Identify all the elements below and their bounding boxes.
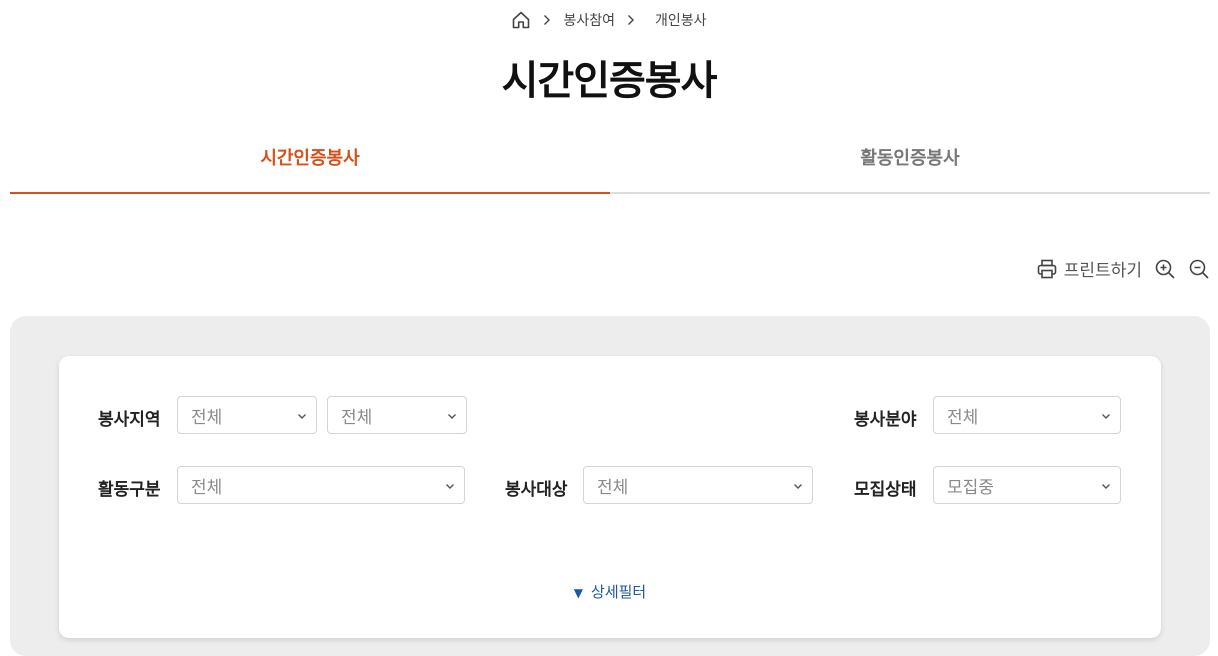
zoom-in-icon[interactable] (1154, 258, 1176, 280)
region-label: 봉사지역 (98, 410, 161, 430)
detail-filter-label: 상세필터 (591, 583, 647, 601)
chevron-down-icon (448, 414, 456, 419)
chevron-down-icon (794, 484, 802, 489)
triangle-down-icon: ▼ (573, 586, 584, 600)
target-label: 봉사대상 (505, 480, 568, 500)
breadcrumb-item-individual[interactable]: 개인봉사 (655, 10, 707, 30)
activity-type-select[interactable]: 전체 (177, 466, 465, 504)
field-value: 전체 (947, 407, 979, 428)
zoom-out-icon[interactable] (1188, 258, 1210, 280)
chevron-down-icon (446, 484, 454, 489)
print-label: 프린트하기 (1063, 261, 1142, 281)
tab-activity-certified[interactable]: 활동인증봉사 (610, 128, 1210, 194)
chevron-down-icon (298, 414, 306, 419)
page-tools: 프린트하기 (1036, 256, 1210, 281)
region-city-value: 전체 (341, 407, 373, 428)
region-city-select[interactable]: 전체 (327, 396, 467, 434)
filter-card: 봉사지역 전체 전체 봉사분야 전체 활동구분 전체 봉사대상 전체 모집상태 … (59, 356, 1161, 638)
recruit-status-value: 모집중 (947, 477, 994, 498)
region-province-select[interactable]: 전체 (177, 396, 317, 434)
activity-type-label: 활동구분 (98, 480, 161, 500)
target-select[interactable]: 전체 (583, 466, 813, 504)
printer-icon (1037, 259, 1057, 278)
field-label: 봉사분야 (854, 410, 917, 430)
page-title: 시간인증봉사 (501, 58, 718, 104)
region-province-value: 전체 (191, 407, 223, 428)
target-value: 전체 (597, 477, 629, 498)
chevron-right-icon (625, 14, 637, 26)
print-button[interactable]: 프린트하기 (1036, 256, 1142, 281)
chevron-down-icon (1102, 484, 1110, 489)
tab-time-certified[interactable]: 시간인증봉사 (10, 128, 610, 194)
home-icon[interactable] (511, 10, 531, 30)
page: 봉사참여 개인봉사 시간인증봉사 시간인증봉사 활동인증봉사 프린트하기 봉사지… (0, 0, 1218, 656)
activity-type-value: 전체 (191, 477, 223, 498)
field-select[interactable]: 전체 (933, 396, 1121, 434)
recruit-status-select[interactable]: 모집중 (933, 466, 1121, 504)
detail-filter-toggle[interactable]: ▼ 상세필터 (59, 581, 1161, 602)
breadcrumb-item-participation[interactable]: 봉사참여 (563, 10, 615, 30)
chevron-right-icon (541, 14, 553, 26)
chevron-down-icon (1102, 414, 1110, 419)
tab-bar: 시간인증봉사 활동인증봉사 (10, 128, 1210, 194)
recruit-status-label: 모집상태 (854, 480, 917, 500)
breadcrumb: 봉사참여 개인봉사 (0, 10, 1218, 30)
